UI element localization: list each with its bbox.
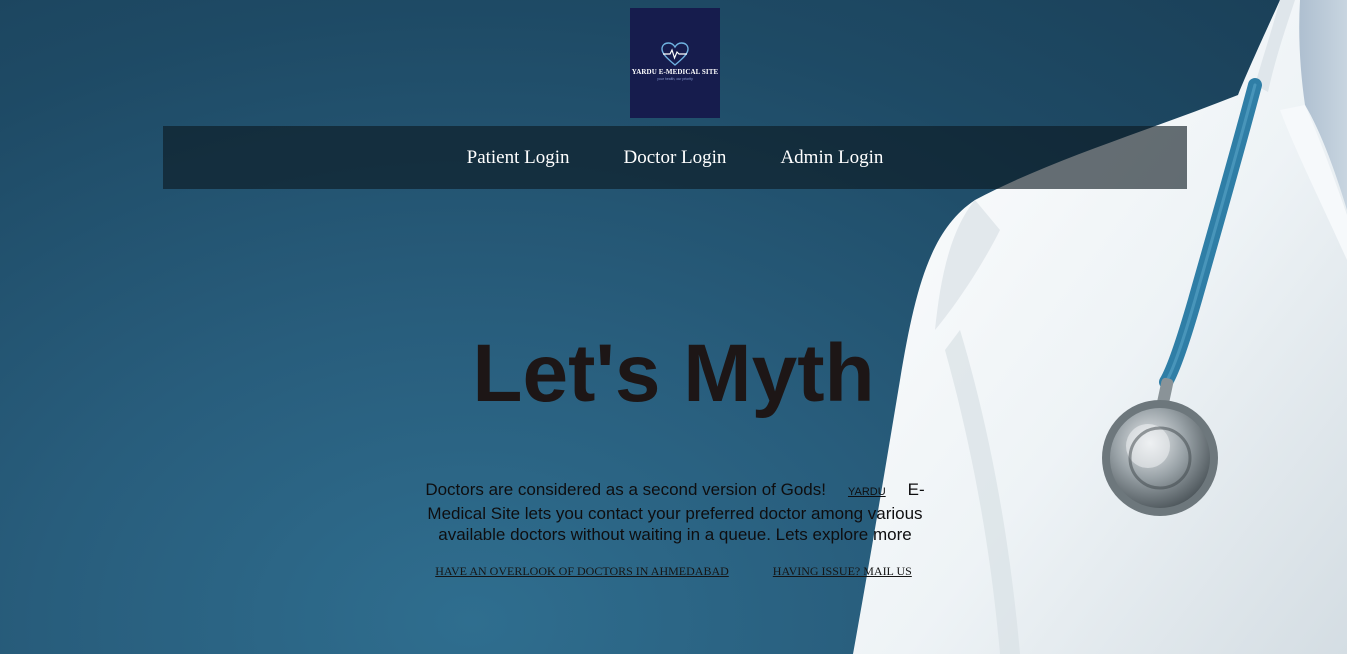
doctor-login-link[interactable]: Doctor Login [624,147,727,169]
logo-title: YARDU E-MEDICAL SITE [631,68,719,76]
hero-description: Doctors are considered as a second versi… [405,479,945,545]
admin-login-link[interactable]: Admin Login [780,147,883,169]
site-logo[interactable]: YARDU E-MEDICAL SITE your health, our pr… [630,8,720,118]
heart-pulse-icon [661,42,689,66]
hero-links: HAVE AN OVERLOOK OF DOCTORS IN AHMEDABAD… [0,562,1347,580]
logo-tagline: your health, our priority [657,77,693,81]
doctors-overview-link[interactable]: HAVE AN OVERLOOK OF DOCTORS IN AHMEDABAD [435,564,729,578]
description-text-part1: Doctors are considered as a second versi… [425,480,826,499]
mail-us-link[interactable]: HAVING ISSUE? MAIL US [773,564,912,578]
yardu-link[interactable]: YARDU [848,482,886,503]
main-navigation: Patient Login Doctor Login Admin Login [163,126,1187,189]
patient-login-link[interactable]: Patient Login [467,147,570,169]
hero-headline: Let's Myth [472,328,875,419]
